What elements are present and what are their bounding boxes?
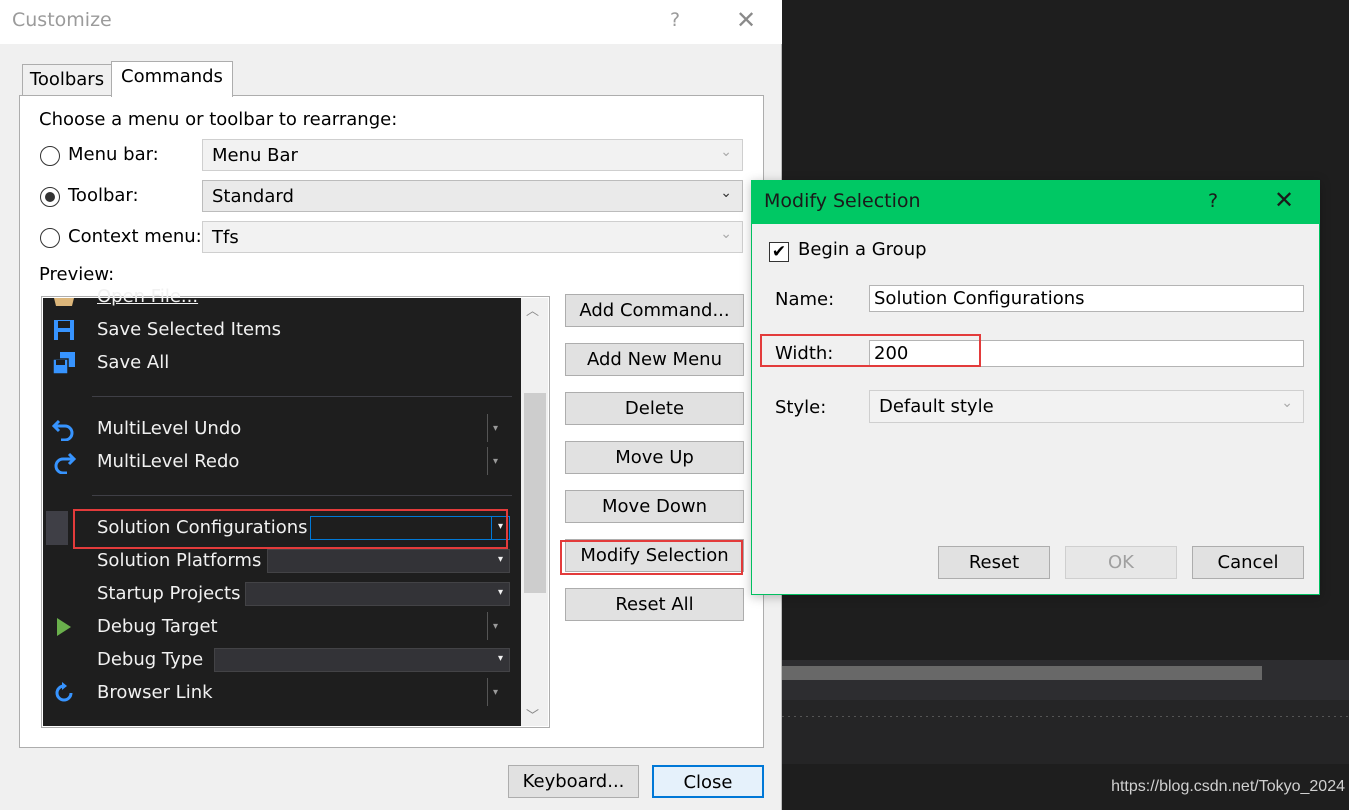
toolbar-label: Toolbar:: [68, 185, 139, 206]
style-select[interactable]: Default style ⌄: [869, 390, 1304, 423]
ide-dotted-divider: [782, 716, 1349, 717]
preview-item-save-all[interactable]: Save All: [97, 352, 169, 373]
reset-all-button[interactable]: Reset All: [565, 588, 744, 621]
chevron-down-icon: ▾: [497, 587, 503, 598]
chevron-down-icon: ▾: [497, 554, 503, 565]
ide-horizontal-scrollbar[interactable]: [782, 666, 1262, 680]
style-label: Style:: [775, 397, 827, 418]
context-menu-value: Tfs: [212, 227, 239, 248]
toolbar-value: Standard: [212, 186, 294, 207]
open-folder-icon: [54, 298, 74, 306]
menu-bar-value: Menu Bar: [212, 145, 298, 166]
undo-icon: [52, 419, 74, 441]
chevron-down-icon[interactable]: ▾: [493, 621, 498, 632]
keyboard-button[interactable]: Keyboard...: [508, 765, 639, 798]
redo-icon: [54, 452, 76, 474]
chevron-down-icon[interactable]: ▾: [493, 456, 498, 467]
tab-commands[interactable]: Commands: [111, 61, 233, 97]
preview-item-browser-link[interactable]: Browser Link: [97, 682, 213, 703]
preview-item-startup-projects[interactable]: Startup Projects: [97, 583, 241, 604]
save-icon: [54, 320, 74, 340]
scroll-up-icon[interactable]: ︿: [526, 300, 539, 319]
debug-type-dropdown[interactable]: ▾: [214, 648, 510, 672]
close-icon[interactable]: ✕: [1274, 186, 1294, 214]
add-command-button[interactable]: Add Command...: [565, 294, 744, 327]
preview-item-undo[interactable]: MultiLevel Undo: [97, 418, 241, 439]
menu-bar-select[interactable]: Menu Bar ⌄: [202, 139, 743, 171]
scrollbar-thumb[interactable]: [524, 393, 546, 593]
split-divider: [487, 612, 488, 640]
tab-toolbars[interactable]: Toolbars: [22, 64, 112, 95]
separator: [92, 495, 512, 496]
selection-gutter: [46, 511, 68, 545]
toolbar-radio[interactable]: [40, 187, 60, 207]
customize-titlebar: [0, 0, 782, 44]
customize-title: Customize: [12, 9, 112, 31]
startup-projects-dropdown[interactable]: ▾: [245, 582, 510, 606]
chevron-down-icon: ⌄: [720, 144, 732, 160]
preview-item-solution-platforms[interactable]: Solution Platforms: [97, 550, 261, 571]
help-button[interactable]: ?: [670, 9, 680, 31]
close-icon[interactable]: ✕: [736, 6, 756, 34]
toolbar-select[interactable]: Standard ⌄: [202, 180, 743, 212]
preview-item-debug-type[interactable]: Debug Type: [97, 649, 203, 670]
delete-button[interactable]: Delete: [565, 392, 744, 425]
highlight-box-modify-selection: [560, 540, 743, 575]
highlight-box-solution-configurations: [73, 509, 508, 549]
chevron-down-icon[interactable]: ▾: [493, 423, 498, 434]
preview-item-debug-target[interactable]: Debug Target: [97, 616, 218, 637]
save-all-icon: [52, 352, 75, 375]
highlight-box-width: [760, 334, 981, 367]
play-icon: [57, 618, 71, 636]
choose-label: Choose a menu or toolbar to rearrange:: [39, 109, 398, 130]
context-menu-select[interactable]: Tfs ⌄: [202, 221, 743, 253]
close-button[interactable]: Close: [652, 765, 764, 798]
solution-platforms-dropdown[interactable]: ▾: [267, 549, 510, 573]
move-down-button[interactable]: Move Down: [565, 490, 744, 523]
split-divider: [487, 678, 488, 706]
ide-background-band: [782, 700, 1349, 764]
preview-item-open-file[interactable]: Open File...: [97, 286, 198, 307]
style-value: Default style: [879, 396, 994, 417]
begin-group-label: Begin a Group: [798, 239, 927, 260]
chevron-down-icon: ⌄: [720, 185, 732, 201]
separator: [92, 396, 512, 397]
add-new-menu-button[interactable]: Add New Menu: [565, 343, 744, 376]
refresh-icon: [55, 682, 73, 702]
begin-group-checkbox[interactable]: ✔: [769, 242, 789, 262]
modify-selection-title: Modify Selection: [764, 190, 921, 212]
split-divider: [487, 414, 488, 442]
chevron-down-icon: ⌄: [1281, 395, 1293, 411]
split-divider: [487, 447, 488, 475]
cancel-button[interactable]: Cancel: [1192, 546, 1304, 579]
watermark: https://blog.csdn.net/Tokyo_2024: [1111, 778, 1345, 795]
preview-item-save-selected[interactable]: Save Selected Items: [97, 319, 281, 340]
chevron-down-icon: ▾: [497, 653, 503, 664]
help-button[interactable]: ?: [1208, 190, 1218, 212]
chevron-down-icon[interactable]: ▾: [493, 687, 498, 698]
move-up-button[interactable]: Move Up: [565, 441, 744, 474]
context-menu-radio[interactable]: [40, 228, 60, 248]
context-menu-label: Context menu:: [68, 226, 202, 247]
name-field[interactable]: Solution Configurations: [869, 285, 1304, 312]
menu-bar-radio[interactable]: [40, 146, 60, 166]
preview-item-redo[interactable]: MultiLevel Redo: [97, 451, 239, 472]
preview-label: Preview:: [39, 264, 115, 285]
reset-button[interactable]: Reset: [938, 546, 1050, 579]
scroll-down-icon[interactable]: ﹀: [526, 705, 539, 724]
chevron-down-icon: ⌄: [720, 226, 732, 242]
ok-button[interactable]: OK: [1065, 546, 1177, 579]
name-label: Name:: [775, 289, 835, 310]
menu-bar-label: Menu bar:: [68, 144, 159, 165]
